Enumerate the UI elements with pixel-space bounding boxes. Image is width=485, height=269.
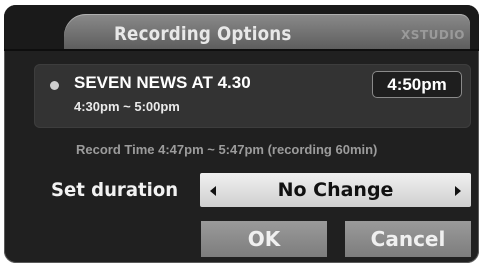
program-title: SEVEN NEWS AT 4.30 [74, 73, 251, 92]
ok-button[interactable]: OK [201, 221, 327, 257]
program-time-range: 4:30pm ~ 5:00pm [74, 99, 180, 114]
program-info-panel: SEVEN NEWS AT 4.30 4:30pm ~ 5:00pm 4:50p… [34, 64, 471, 128]
dialog-title: Recording Options [114, 23, 292, 45]
record-time-info: Record Time 4:47pm ~ 5:47pm (recording 6… [76, 142, 378, 157]
start-time-badge: 4:50pm [372, 71, 462, 98]
arrow-right-icon[interactable] [455, 186, 461, 196]
dialog-header: Recording Options XSTUDIO [4, 5, 479, 49]
recording-options-dialog: Recording Options XSTUDIO SEVEN NEWS AT … [4, 5, 479, 263]
duration-value: No Change [277, 179, 394, 201]
brand-logo: XSTUDIO [401, 28, 465, 42]
cancel-button[interactable]: Cancel [345, 221, 471, 257]
duration-selector[interactable]: No Change [200, 173, 471, 207]
header-divider [4, 49, 479, 51]
bullet-icon [50, 81, 59, 90]
set-duration-label: Set duration [51, 179, 179, 201]
